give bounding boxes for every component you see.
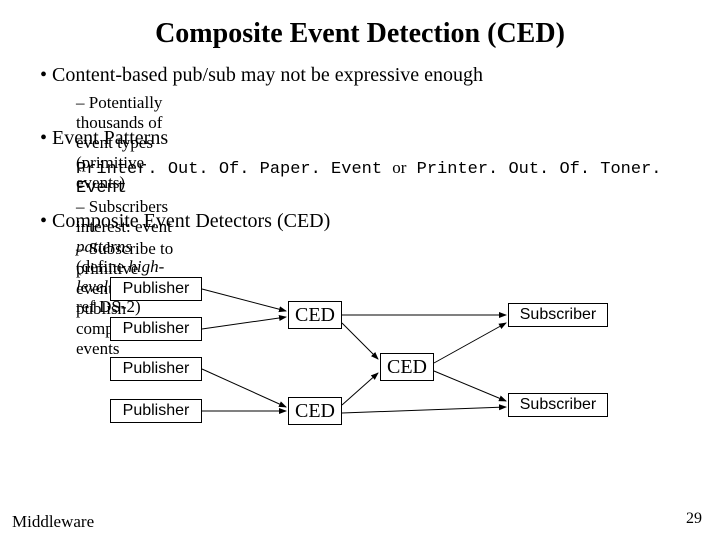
publisher-box-4: Publisher <box>110 399 202 423</box>
ced-box-2: CED <box>380 353 434 381</box>
slide-title: Composite Event Detection (CED) <box>0 0 720 64</box>
footer-label: Middleware <box>12 512 94 532</box>
publisher-box-1: Publisher <box>110 277 202 301</box>
code-line: Printer. Out. Of. Paper. Event or Printe… <box>76 158 690 198</box>
diagram: Publisher Publisher Publisher Publisher … <box>60 273 700 453</box>
publisher-box-3: Publisher <box>110 357 202 381</box>
bullet-2: Event Patterns <box>40 127 690 150</box>
bullet-1: Content-based pub/sub may not be express… <box>40 64 690 117</box>
page-number: 29 <box>686 510 702 528</box>
slide-body: Content-based pub/sub may not be express… <box>0 64 720 263</box>
subscriber-box-2: Subscriber <box>508 393 608 417</box>
ced-box-1: CED <box>288 301 342 329</box>
subscriber-box-1: Subscriber <box>508 303 608 327</box>
publisher-box-2: Publisher <box>110 317 202 341</box>
ced-box-3: CED <box>288 397 342 425</box>
